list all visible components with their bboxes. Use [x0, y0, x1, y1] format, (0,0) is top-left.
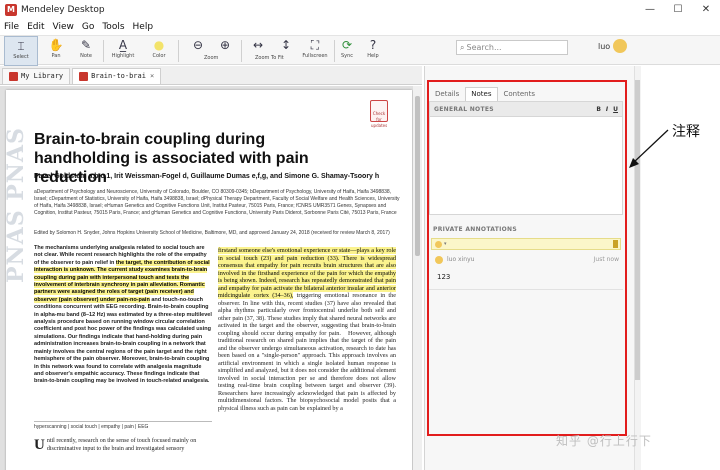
- tool-label: Help: [367, 53, 379, 59]
- highlight-tool-button[interactable]: A̲ Highlight: [106, 36, 140, 66]
- search-placeholder: Search...: [466, 43, 502, 52]
- highlight-icon: A̲: [118, 38, 128, 52]
- note-icon: ✎: [80, 38, 92, 52]
- menu-tools[interactable]: Tools: [102, 22, 124, 32]
- menu-file[interactable]: File: [4, 22, 19, 32]
- window-title: Mendeley Desktop: [21, 4, 105, 15]
- search-input[interactable]: ⌕ Search...: [456, 40, 568, 55]
- maximize-button[interactable]: ☐: [664, 0, 692, 19]
- panel-scrollbar-thumb[interactable]: [635, 80, 640, 380]
- tool-label: Fullscreen: [302, 53, 328, 59]
- sync-button[interactable]: ⟳ Sync: [336, 36, 358, 66]
- window-controls: — ☐ ✕: [636, 0, 720, 19]
- toolbar-separator: [103, 40, 104, 62]
- paper-authors: Pavel Goldstein a,b,c,1, Irit Weissman-F…: [34, 173, 380, 180]
- search-icon: ⌕: [460, 43, 465, 52]
- help-icon: ?: [369, 38, 377, 52]
- user-name[interactable]: luo: [598, 42, 610, 51]
- close-tab-icon[interactable]: ×: [150, 69, 154, 84]
- body-text: ntil recently, research on the sense of …: [46, 438, 197, 452]
- tool-label: Pan: [51, 53, 61, 59]
- pnas-watermark: PNAS PNAS: [3, 127, 29, 283]
- zoom-fit-vertical-button[interactable]: ↕: [274, 36, 298, 66]
- annotation-highlight-box: [427, 80, 627, 436]
- crossmark-badge[interactable]: Check for updates: [370, 100, 388, 128]
- toolbar-separator: [334, 40, 335, 62]
- note-tool-button[interactable]: ✎ Note: [72, 36, 100, 66]
- body-text-right: firstand someone else's emotional experi…: [218, 247, 396, 412]
- zoom-to-fit-icon: ↔: [252, 38, 264, 52]
- pan-icon: ✋: [48, 38, 64, 52]
- annotation-label: 注释: [672, 124, 700, 140]
- tool-label: Note: [80, 53, 92, 59]
- select-icon: ⌶: [17, 39, 25, 53]
- title-bar: M Mendeley Desktop — ☐ ✕: [0, 0, 720, 19]
- fullscreen-button[interactable]: ⛶ Fullscreen: [300, 36, 330, 66]
- pdf-icon: [79, 72, 89, 81]
- select-tool-button[interactable]: ⌶ Select: [4, 36, 38, 66]
- tab-label: My Library: [21, 72, 64, 80]
- zoom-in-icon: ⊕: [219, 38, 231, 52]
- sync-icon: ⟳: [341, 38, 353, 52]
- toolbar-separator: [178, 40, 179, 62]
- tool-label: Color: [152, 53, 166, 59]
- menu-view[interactable]: View: [53, 22, 74, 32]
- document-tab-bar: My Library Brain-to-brai ×: [0, 66, 422, 85]
- paper-keywords: hyperscanning | social touch | empathy |…: [34, 421, 212, 430]
- pdf-viewer[interactable]: PNAS PNAS Check for updates Brain-to-bra…: [0, 86, 422, 470]
- abstract-text: and touch-no-touch conditions concurrent…: [34, 296, 212, 385]
- menu-go[interactable]: Go: [82, 22, 94, 32]
- tool-label: Highlight: [111, 53, 135, 59]
- close-button[interactable]: ✕: [692, 0, 720, 19]
- annotation-arrow-icon: [629, 129, 669, 168]
- journal-strip: PNAS PNAS: [3, 90, 29, 470]
- menu-bar: File Edit View Go Tools Help: [0, 19, 720, 35]
- help-button[interactable]: ? Help: [362, 36, 384, 66]
- body-text-left: Until recently, research on the sense of…: [34, 438, 212, 453]
- menu-edit[interactable]: Edit: [27, 22, 44, 32]
- tool-label: Sync: [340, 53, 354, 59]
- tool-label: Select: [13, 54, 29, 60]
- pdf-page[interactable]: PNAS PNAS Check for updates Brain-to-bra…: [3, 90, 412, 470]
- toolbar: ⌶ Select ✋ Pan ✎ Note A̲ Highlight ● Col…: [0, 35, 720, 66]
- drop-cap: U: [34, 437, 45, 453]
- color-icon: ●: [153, 38, 165, 52]
- user-avatar[interactable]: [613, 39, 627, 53]
- zoom-to-fit-button[interactable]: ↔: [246, 36, 270, 66]
- minimize-button[interactable]: —: [636, 0, 664, 19]
- paper-abstract: The mechanisms underlying analgesia rela…: [34, 245, 212, 386]
- fullscreen-icon: ⛶: [310, 38, 320, 52]
- toolbar-separator: [241, 40, 242, 62]
- tab-my-library[interactable]: My Library: [2, 68, 71, 84]
- pan-tool-button[interactable]: ✋ Pan: [42, 36, 70, 66]
- color-tool-button[interactable]: ● Color: [144, 36, 174, 66]
- zoom-fit-vertical-icon: ↕: [280, 38, 292, 52]
- mendeley-logo-icon: M: [5, 3, 17, 16]
- menu-help[interactable]: Help: [133, 22, 154, 32]
- tab-brain-to-brain[interactable]: Brain-to-brai ×: [72, 68, 162, 84]
- paper-edited-by: Edited by Solomon H. Snyder, Johns Hopki…: [34, 230, 390, 236]
- zoom-in-button[interactable]: ⊕: [214, 36, 236, 66]
- watermark: 知乎 @行上行下: [556, 434, 652, 448]
- zoom-label: Zoom: [204, 55, 219, 61]
- library-icon: [9, 72, 18, 81]
- tab-label: Brain-to-brai: [91, 72, 146, 80]
- viewer-scrollbar-thumb[interactable]: [415, 96, 420, 256]
- zoom-to-fit-label: Zoom To Fit: [255, 55, 284, 61]
- body-text: triggering emotional resonance in the ob…: [218, 292, 396, 412]
- paper-affiliations: aDepartment of Psychology and Neuroscien…: [34, 189, 400, 216]
